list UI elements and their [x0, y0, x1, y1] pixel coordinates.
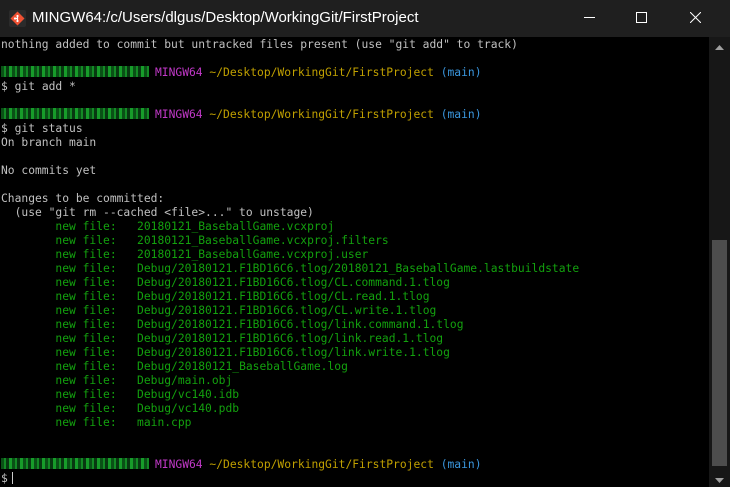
staged-file-row: new file: Debug/main.obj: [1, 374, 579, 388]
prompt-symbol: $: [1, 80, 8, 93]
new-file-label: new file:: [55, 402, 117, 415]
new-file-label: new file:: [55, 290, 117, 303]
maximize-button[interactable]: [618, 0, 664, 37]
scroll-down-button[interactable]: [709, 470, 730, 487]
prompt-env: MINGW64: [155, 66, 203, 79]
new-file-label: new file:: [55, 332, 117, 345]
staged-file-row: new file: Debug/20180121.F1BD16C6.tlog/2…: [1, 262, 579, 276]
staged-file-row: new file: Debug/20180121.F1BD16C6.tlog/C…: [1, 304, 579, 318]
staged-file-row: new file: Debug/20180121.F1BD16C6.tlog/l…: [1, 346, 579, 360]
close-button[interactable]: [672, 0, 718, 37]
maximize-icon: [635, 10, 647, 28]
git-bash-window: MINGW64:/c/Users/dlgus/Desktop/WorkingGi…: [0, 0, 730, 487]
staged-file-name: main.cpp: [137, 416, 192, 429]
staged-file-name: Debug/main.obj: [137, 374, 233, 387]
staged-file-row: new file: 20180121_BaseballGame.vcxproj.…: [1, 248, 579, 262]
prompt-branch: (main): [440, 66, 482, 79]
command-line: $ git add *: [1, 80, 579, 94]
staged-file-row: new file: main.cpp: [1, 416, 579, 430]
command-text: git add *: [14, 80, 76, 93]
staged-file-row: new file: 20180121_BaseballGame.vcxproj: [1, 220, 579, 234]
staged-file-name: Debug/20180121.F1BD16C6.tlog/CL.write.1.…: [137, 304, 437, 317]
staged-file-list: new file: 20180121_BaseballGame.vcxproj …: [1, 220, 579, 430]
prompt-path: ~/Desktop/WorkingGit/FirstProject: [209, 108, 434, 121]
new-file-label: new file:: [55, 248, 117, 261]
new-file-label: new file:: [55, 234, 117, 247]
prompt-line: MINGW64 ~/Desktop/WorkingGit/FirstProjec…: [1, 108, 579, 122]
command-line: $ git status: [1, 122, 579, 136]
staged-file-name: 20180121_BaseballGame.vcxproj: [137, 220, 335, 233]
git-bash-icon[interactable]: [9, 10, 26, 27]
prompt-symbol: $: [1, 472, 8, 485]
terminal-output[interactable]: nothing added to commit but untracked fi…: [0, 37, 709, 487]
prompt-env: MINGW64: [155, 458, 203, 471]
staged-file-row: new file: Debug/20180121.F1BD16C6.tlog/l…: [1, 318, 579, 332]
scroll-up-button[interactable]: [709, 37, 730, 54]
prompt-line: MINGW64 ~/Desktop/WorkingGit/FirstProjec…: [1, 458, 579, 472]
staged-file-name: Debug/20180121.F1BD16C6.tlog/CL.command.…: [137, 276, 450, 289]
prompt-branch: (main): [440, 108, 482, 121]
new-file-label: new file:: [55, 346, 117, 359]
staged-file-name: 20180121_BaseballGame.vcxproj.user: [137, 248, 369, 261]
prompt-env: MINGW64: [155, 108, 203, 121]
caret-down-icon: [715, 470, 724, 487]
staged-file-name: Debug/20180121.F1BD16C6.tlog/20180121_Ba…: [137, 262, 580, 275]
staged-file-name: Debug/20180121.F1BD16C6.tlog/link.read.1…: [137, 332, 444, 345]
unstage-hint: (use "git rm --cached <file>..." to unst…: [1, 206, 314, 219]
scrollbar-thumb[interactable]: [712, 240, 727, 466]
redacted-username: [1, 66, 149, 77]
window-title: MINGW64:/c/Users/dlgus/Desktop/WorkingGi…: [32, 9, 419, 26]
close-icon: [689, 10, 701, 28]
staged-file-name: Debug/vc140.pdb: [137, 402, 240, 415]
new-file-label: new file:: [55, 360, 117, 373]
staged-file-name: Debug/20180121_BaseballGame.log: [137, 360, 348, 373]
staged-file-row: new file: Debug/vc140.idb: [1, 388, 579, 402]
staged-file-name: Debug/20180121.F1BD16C6.tlog/link.write.…: [137, 346, 450, 359]
minimize-icon: [583, 10, 595, 28]
staged-file-row: new file: 20180121_BaseballGame.vcxproj.…: [1, 234, 579, 248]
new-file-label: new file:: [55, 276, 117, 289]
title-bar[interactable]: MINGW64:/c/Users/dlgus/Desktop/WorkingGi…: [0, 0, 730, 37]
minimize-button[interactable]: [566, 0, 612, 37]
staged-file-row: new file: Debug/vc140.pdb: [1, 402, 579, 416]
prompt-path: ~/Desktop/WorkingGit/FirstProject: [209, 458, 434, 471]
prompt-path: ~/Desktop/WorkingGit/FirstProject: [209, 66, 434, 79]
redacted-username: [1, 458, 149, 469]
on-branch-line: On branch main: [1, 136, 97, 149]
new-file-label: new file:: [55, 220, 117, 233]
caret-up-icon: [715, 37, 724, 55]
vertical-scrollbar[interactable]: [709, 37, 730, 487]
redacted-username: [1, 108, 149, 119]
staged-file-row: new file: Debug/20180121.F1BD16C6.tlog/l…: [1, 332, 579, 346]
hint-line: nothing added to commit but untracked fi…: [1, 38, 518, 51]
prompt-branch: (main): [440, 458, 482, 471]
staged-file-name: Debug/20180121.F1BD16C6.tlog/link.comman…: [137, 318, 464, 331]
text-cursor: [11, 472, 13, 484]
new-file-label: new file:: [55, 318, 117, 331]
prompt-symbol: $: [1, 122, 8, 135]
new-file-label: new file:: [55, 374, 117, 387]
new-file-label: new file:: [55, 262, 117, 275]
changes-header: Changes to be committed:: [1, 192, 165, 205]
staged-file-name: Debug/20180121.F1BD16C6.tlog/CL.read.1.t…: [137, 290, 430, 303]
staged-file-name: Debug/vc140.idb: [137, 388, 240, 401]
new-file-label: new file:: [55, 304, 117, 317]
input-line[interactable]: $: [1, 472, 579, 486]
new-file-label: new file:: [55, 388, 117, 401]
staged-file-name: 20180121_BaseballGame.vcxproj.filters: [137, 234, 389, 247]
staged-file-row: new file: Debug/20180121_BaseballGame.lo…: [1, 360, 579, 374]
command-text: git status: [14, 122, 83, 135]
staged-file-row: new file: Debug/20180121.F1BD16C6.tlog/C…: [1, 290, 579, 304]
new-file-label: new file:: [55, 416, 117, 429]
no-commits-line: No commits yet: [1, 164, 97, 177]
staged-file-row: new file: Debug/20180121.F1BD16C6.tlog/C…: [1, 276, 579, 290]
prompt-line: MINGW64 ~/Desktop/WorkingGit/FirstProjec…: [1, 66, 579, 80]
